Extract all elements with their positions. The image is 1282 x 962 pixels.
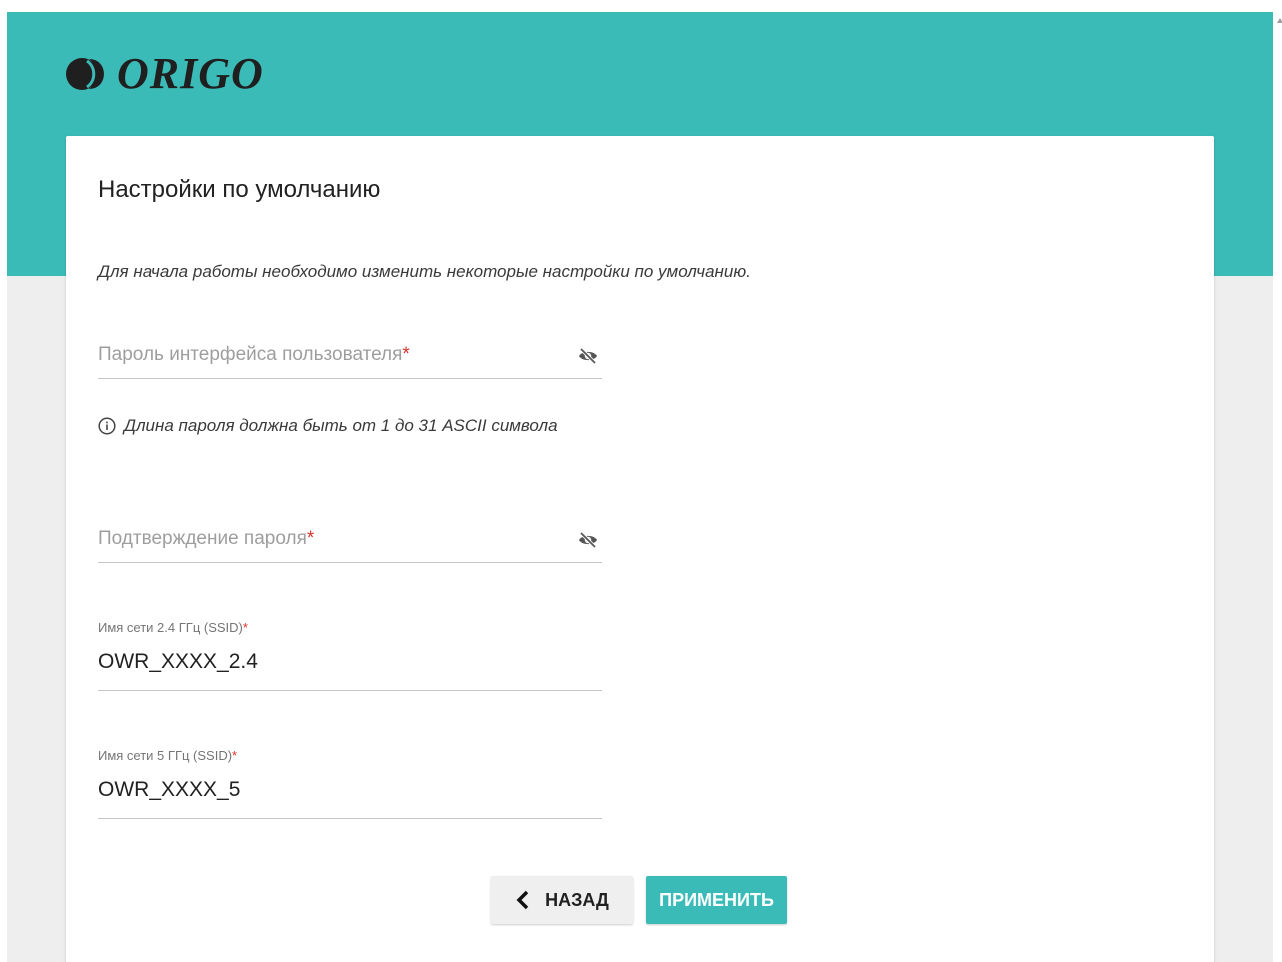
back-button[interactable]: НАЗАД [491, 876, 633, 924]
origo-logo-mark-icon [66, 58, 104, 90]
default-settings-card: Настройки по умолчанию Для начала работы… [66, 136, 1214, 962]
brand-logo: ORIGO [65, 52, 264, 96]
ssid-5-field[interactable]: Имя сети 5 ГГц (SSID)* [98, 748, 602, 819]
page-title: Настройки по умолчанию [98, 176, 381, 203]
scroll-up-arrow-icon[interactable] [1277, 18, 1282, 23]
ssid-5-input[interactable] [98, 778, 558, 802]
password-hint-text: Длина пароля должна быть от 1 до 31 ASCI… [124, 416, 558, 435]
brand-name: ORIGO [117, 49, 264, 98]
ssid-24-input[interactable] [98, 650, 558, 674]
password-field[interactable]: Пароль интерфейса пользователя* [98, 332, 602, 379]
info-icon [98, 417, 116, 435]
apply-button-label: ПРИМЕНИТЬ [659, 889, 774, 910]
required-mark: * [402, 344, 410, 365]
confirm-password-field[interactable]: Подтверждение пароля* [98, 516, 602, 563]
required-mark: * [232, 748, 238, 763]
eye-off-icon[interactable] [578, 532, 598, 548]
app-viewport: ORIGO Настройки по умолчанию Для начала … [7, 12, 1273, 962]
apply-button[interactable]: ПРИМЕНИТЬ [646, 876, 787, 924]
ssid-24-label: Имя сети 2.4 ГГц (SSID)* [98, 620, 248, 635]
ssid-5-label: Имя сети 5 ГГц (SSID)* [98, 748, 238, 763]
eye-off-icon[interactable] [578, 348, 598, 364]
page-description: Для начала работы необходимо изменить не… [98, 262, 751, 281]
chevron-left-icon [516, 890, 529, 910]
password-placeholder: Пароль интерфейса пользователя* [98, 344, 410, 365]
password-hint: Длина пароля должна быть от 1 до 31 ASCI… [98, 416, 558, 436]
back-button-label: НАЗАД [545, 889, 609, 910]
required-mark: * [306, 528, 315, 549]
required-mark: * [242, 620, 248, 635]
confirm-password-placeholder: Подтверждение пароля* [98, 528, 315, 549]
ssid-24-field[interactable]: Имя сети 2.4 ГГц (SSID)* [98, 620, 602, 691]
